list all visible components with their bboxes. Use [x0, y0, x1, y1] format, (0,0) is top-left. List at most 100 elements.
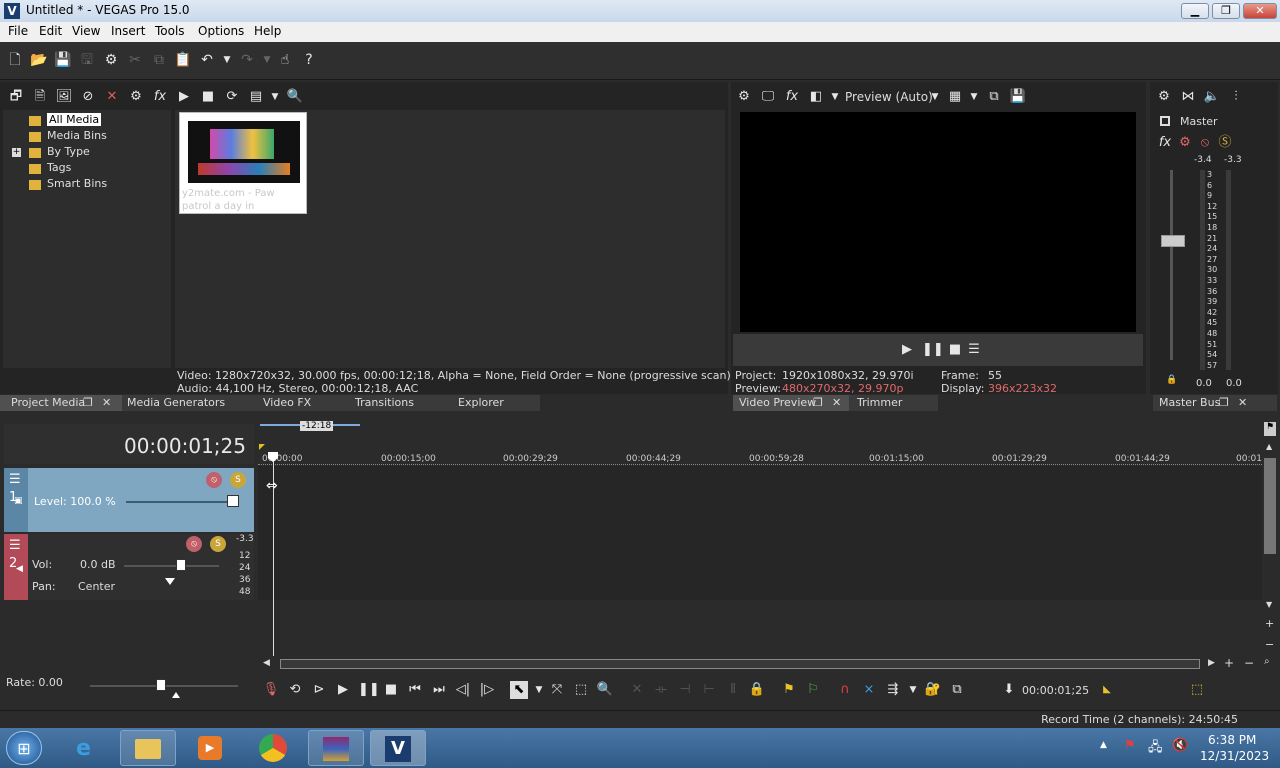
- h-zoom-in-icon[interactable]: +: [1224, 656, 1234, 670]
- save-icon[interactable]: 💾: [54, 51, 72, 69]
- lock-event-icon[interactable]: 🔒: [748, 681, 766, 699]
- close-button[interactable]: ✕: [1243, 3, 1277, 19]
- menu-edit[interactable]: Edit: [39, 24, 62, 38]
- dim-output-icon[interactable]: 🔈: [1203, 88, 1221, 106]
- tree-item-media-bins[interactable]: Media Bins: [47, 129, 107, 142]
- clock-time[interactable]: 6:38 PM: [1208, 733, 1256, 747]
- go-to-end-icon[interactable]: ⏭: [430, 681, 448, 699]
- split-icon[interactable]: ⫴: [724, 681, 742, 699]
- media-properties-icon[interactable]: ⚙: [127, 88, 145, 106]
- views-dropdown-icon[interactable]: ▼: [266, 88, 284, 106]
- media-player-taskbar-icon[interactable]: ▶: [182, 730, 238, 766]
- import-media-icon[interactable]: 🗗: [7, 88, 25, 106]
- internet-explorer-taskbar-icon[interactable]: e: [62, 730, 118, 766]
- volume-muted-icon[interactable]: 🔇: [1172, 738, 1188, 753]
- marker-flag[interactable]: [259, 444, 265, 450]
- play-icon[interactable]: ▶: [334, 681, 352, 699]
- tab-transitions[interactable]: Transitions: [355, 396, 414, 409]
- undo-dropdown-icon[interactable]: ▼: [218, 51, 236, 69]
- pause-icon[interactable]: ❚❚: [358, 681, 380, 699]
- quality-dropdown-icon[interactable]: ▼: [926, 88, 944, 106]
- save-as-icon[interactable]: 🖫: [78, 51, 96, 69]
- tree-item-all-media[interactable]: All Media: [47, 113, 102, 126]
- stop-media-icon[interactable]: ■: [199, 88, 217, 106]
- cut-icon[interactable]: ✂: [126, 51, 144, 69]
- media-fx-icon[interactable]: fx: [151, 88, 169, 106]
- timeline-horizontal-scrollbar[interactable]: ◀ ▶ + − ⌕: [258, 656, 1280, 672]
- menu-file[interactable]: File: [8, 24, 28, 38]
- menu-options[interactable]: Options: [198, 24, 244, 38]
- selection-tool-icon[interactable]: ⬚: [572, 681, 590, 699]
- auto-ripple-icon[interactable]: ⇶: [884, 681, 902, 699]
- tab-master-bus[interactable]: Master Bus: [1159, 396, 1220, 409]
- split-screen-icon[interactable]: ◧: [807, 88, 825, 106]
- remove-unused-icon[interactable]: ⊘: [79, 88, 97, 106]
- redo-icon[interactable]: ↷: [238, 51, 256, 69]
- open-folder-icon[interactable]: 📂: [30, 51, 48, 69]
- preview-stop-icon[interactable]: ■: [946, 341, 964, 359]
- copy-icon[interactable]: ⧉: [150, 51, 168, 69]
- media-clip-card[interactable]: y2mate.com - Paw patrol a day in adventu…: [179, 112, 307, 214]
- track-menu-icon[interactable]: ☰: [9, 472, 21, 487]
- split-dropdown-icon[interactable]: ▼: [826, 88, 844, 106]
- master-settings-icon[interactable]: ⚙: [1155, 88, 1173, 106]
- scroll-thumb[interactable]: [1264, 458, 1276, 554]
- undo-icon[interactable]: ↶: [198, 51, 216, 69]
- snapping-icon[interactable]: ∩: [836, 681, 854, 699]
- master-fx-icon[interactable]: fx: [1156, 134, 1174, 152]
- track-solo-icon[interactable]: S: [230, 472, 246, 488]
- track-mute-icon[interactable]: ⦸: [186, 536, 202, 552]
- save-snapshot-icon[interactable]: 💾: [1009, 88, 1027, 106]
- play-media-icon[interactable]: ▶: [175, 88, 193, 106]
- next-frame-icon[interactable]: |▷: [478, 681, 496, 699]
- views-icon[interactable]: ▤: [247, 88, 265, 106]
- winrar-taskbar-icon[interactable]: [308, 730, 364, 766]
- help-icon[interactable]: ?: [300, 51, 318, 69]
- timeline-tracks-area[interactable]: [258, 466, 1262, 600]
- tab-undock-icon[interactable]: ❐: [83, 396, 93, 409]
- tab-trimmer[interactable]: Trimmer: [857, 396, 902, 409]
- master-automation-icon[interactable]: ⚙: [1176, 134, 1194, 152]
- scroll-down-icon[interactable]: ▼: [1266, 600, 1272, 609]
- preview-play-icon[interactable]: ▶: [898, 341, 916, 359]
- tab-close-icon[interactable]: ✕: [832, 396, 841, 409]
- clock-date[interactable]: 12/31/2023: [1200, 749, 1269, 763]
- menu-tools[interactable]: Tools: [155, 24, 185, 38]
- scroll-left-icon[interactable]: ◀: [263, 658, 270, 668]
- vegas-taskbar-icon[interactable]: V: [370, 730, 426, 766]
- level-slider-handle[interactable]: [227, 495, 239, 507]
- tab-close-icon[interactable]: ✕: [1238, 396, 1247, 409]
- h-scroll-thumb[interactable]: [280, 659, 1200, 669]
- scroll-up-icon[interactable]: ▲: [1266, 442, 1272, 451]
- tab-video-fx[interactable]: Video FX: [263, 396, 311, 409]
- video-track-header[interactable]: ☰ 1 ▣ ⦸ S Level: 100.0 %: [4, 468, 254, 532]
- previous-frame-icon[interactable]: ◁|: [454, 681, 472, 699]
- whats-this-help-icon[interactable]: ☝: [276, 51, 294, 69]
- lock-envelopes-icon[interactable]: 🔐: [924, 681, 942, 699]
- master-fader-handle[interactable]: [1161, 235, 1185, 247]
- preview-settings-icon[interactable]: ⚙: [735, 88, 753, 106]
- envelope-tool-icon[interactable]: ⤧: [548, 681, 566, 699]
- file-explorer-taskbar-icon[interactable]: [120, 730, 176, 766]
- edit-tool-dropdown-icon[interactable]: ▼: [530, 681, 548, 699]
- tree-item-tags[interactable]: Tags: [47, 161, 71, 174]
- overlays-dropdown-icon[interactable]: ▼: [965, 88, 983, 106]
- restore-button[interactable]: ❐: [1212, 3, 1240, 19]
- menu-insert[interactable]: Insert: [111, 24, 145, 38]
- auto-crossfade-icon[interactable]: ⨯: [860, 681, 878, 699]
- master-solo-icon[interactable]: Ⓢ: [1216, 134, 1234, 152]
- tab-undock-icon[interactable]: ❐: [1219, 396, 1229, 409]
- ignore-grouping-icon[interactable]: ⧉: [948, 681, 966, 699]
- tab-explorer[interactable]: Explorer: [458, 396, 504, 409]
- start-button[interactable]: ⊞: [6, 731, 42, 765]
- timeline-vertical-scrollbar[interactable]: ⚑ ▲ ▼ + −: [1262, 422, 1278, 672]
- paste-icon[interactable]: 📋: [174, 51, 192, 69]
- rate-slider-handle[interactable]: [156, 679, 166, 691]
- zoom-tool-icon[interactable]: ⌕: [1264, 656, 1270, 667]
- audio-track-header[interactable]: ☰ 2 ◀ ⦸ S -3.3 Vol: 0.0 dB Pan: Center 1…: [4, 534, 254, 600]
- go-to-start-icon[interactable]: ⏮: [406, 681, 424, 699]
- preview-fx-icon[interactable]: fx: [783, 88, 801, 106]
- menu-view[interactable]: View: [72, 24, 100, 38]
- trim-start-icon[interactable]: ⊣: [676, 681, 694, 699]
- tab-media-generators[interactable]: Media Generators: [127, 396, 225, 409]
